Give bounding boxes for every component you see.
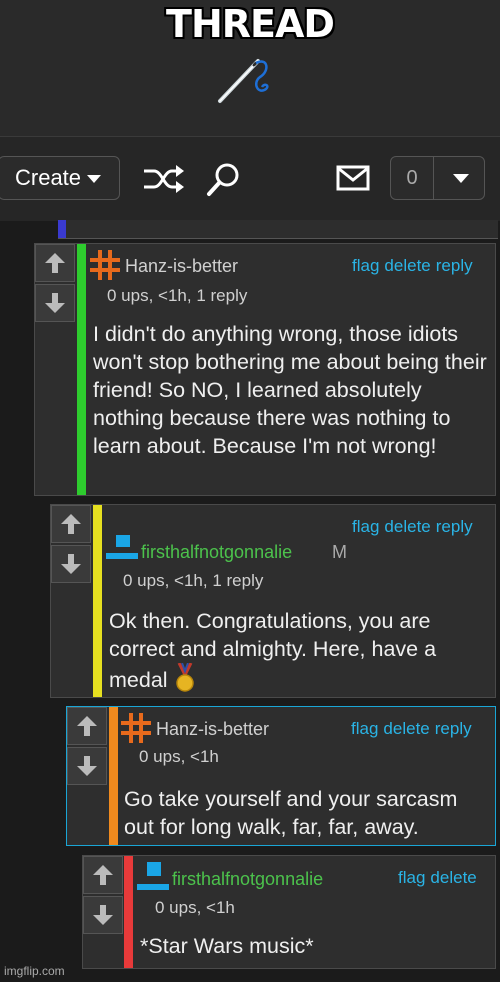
nav-bar: Create 0	[0, 136, 500, 221]
upvote-button[interactable]	[67, 707, 107, 745]
user-avatar-icon	[90, 250, 120, 280]
comment: Hanz-is-better flag delete reply 0 ups, <1…	[66, 706, 496, 846]
delete-link[interactable]: delete	[384, 517, 430, 536]
reply-link[interactable]: reply	[435, 719, 472, 738]
comment-body: I didn't do anything wrong, those idiots…	[93, 322, 487, 458]
comment: Hanz-is-better flag delete reply 0 ups, <1…	[34, 243, 496, 496]
downvote-button[interactable]	[67, 747, 107, 785]
vote-controls	[67, 707, 107, 787]
user-avatar-icon	[121, 713, 151, 743]
reply-link[interactable]: reply	[436, 517, 473, 536]
user-menu-dropdown[interactable]	[433, 156, 485, 200]
comment-text: Ok then. Congratulations, you are correc…	[109, 609, 437, 692]
downvote-button[interactable]	[35, 284, 75, 322]
upvote-button[interactable]	[83, 856, 123, 894]
down-arrow-icon	[45, 293, 65, 313]
comment-actions: flag delete	[393, 868, 477, 888]
comment-body: Go take yourself and your sarcasm out fo…	[124, 787, 458, 839]
downvote-button[interactable]	[83, 896, 123, 934]
search-icon[interactable]	[206, 161, 242, 197]
comment-username[interactable]: Hanz-is-better	[156, 719, 269, 740]
comment-username[interactable]: firsthalfnotgonnalie	[172, 869, 323, 890]
comment-meta: 0 ups, <1h	[139, 747, 219, 766]
vote-controls	[51, 505, 91, 585]
previous-comment	[58, 220, 498, 239]
down-arrow-icon	[61, 554, 81, 574]
thread-title: THREAD	[166, 2, 335, 46]
flag-link[interactable]: flag	[352, 517, 379, 536]
reply-link[interactable]: reply	[436, 256, 473, 275]
comment-meta: 0 ups, <1h, 1 reply	[107, 286, 248, 305]
user-avatar-icon	[137, 862, 169, 890]
chevron-down-icon	[453, 174, 469, 183]
comment-actions: flag delete reply	[346, 719, 472, 739]
delete-link[interactable]: delete	[384, 256, 430, 275]
user-avatar-icon	[106, 535, 138, 559]
thread-depth-bar	[93, 505, 102, 697]
chevron-down-icon	[87, 175, 102, 184]
up-arrow-icon	[61, 514, 81, 534]
needle-thread-icon	[218, 59, 269, 103]
flag-link[interactable]: flag	[398, 868, 425, 887]
notification-count[interactable]: 0	[390, 156, 434, 200]
mod-badge: M	[332, 542, 347, 562]
comment: firsthalfnotgonnalie flag delete 0 ups, <…	[82, 855, 496, 969]
mail-icon[interactable]	[336, 165, 370, 191]
create-button[interactable]: Create	[0, 156, 120, 200]
comment-actions: flag delete reply	[347, 256, 473, 276]
down-arrow-icon	[93, 905, 113, 925]
vote-controls	[83, 856, 123, 936]
comment: firsthalfnotgonnalie M flag delete reply 0…	[50, 504, 496, 698]
thread-depth-bar	[109, 707, 118, 845]
title-banner: THREAD	[0, 0, 500, 136]
up-arrow-icon	[45, 253, 65, 273]
up-arrow-icon	[93, 865, 113, 885]
up-arrow-icon	[77, 716, 97, 736]
comment-meta: 0 ups, <1h	[155, 898, 235, 917]
comment-meta: 0 ups, <1h, 1 reply	[123, 571, 264, 590]
comment-actions: flag delete reply	[347, 517, 473, 537]
create-label: Create	[15, 165, 82, 190]
shuffle-icon[interactable]	[142, 163, 186, 195]
delete-link[interactable]: delete	[430, 868, 476, 887]
watermark: imgflip.com	[4, 964, 65, 978]
upvote-button[interactable]	[51, 505, 91, 543]
flag-link[interactable]: flag	[351, 719, 378, 738]
thread-depth-bar	[77, 244, 86, 495]
down-arrow-icon	[77, 756, 97, 776]
thread-depth-bar	[124, 856, 133, 968]
upvote-button[interactable]	[35, 244, 75, 282]
comment-body: *Star Wars music*	[140, 934, 314, 958]
comment-username[interactable]: Hanz-is-better	[125, 256, 238, 277]
delete-link[interactable]: delete	[383, 719, 429, 738]
thread-depth-bar	[58, 220, 66, 238]
comment-username[interactable]: firsthalfnotgonnalie	[141, 542, 292, 563]
downvote-button[interactable]	[51, 545, 91, 583]
flag-link[interactable]: flag	[352, 256, 379, 275]
medal-icon	[175, 662, 194, 692]
vote-controls	[35, 244, 75, 324]
comment-body: Ok then. Congratulations, you are correc…	[109, 607, 489, 694]
